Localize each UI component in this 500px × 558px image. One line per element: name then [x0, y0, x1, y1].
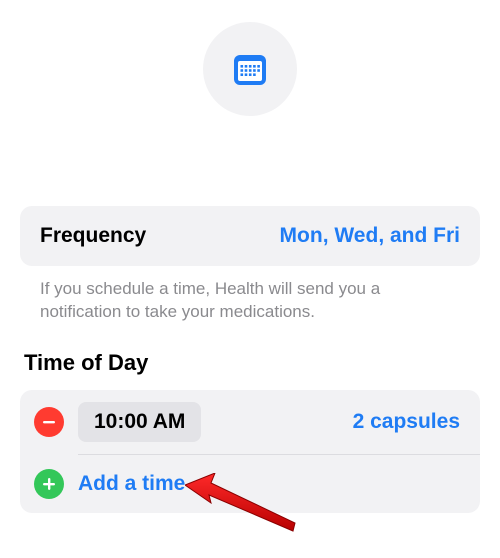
add-time-button[interactable] [34, 469, 64, 499]
helper-text: If you schedule a time, Health will send… [20, 266, 480, 344]
remove-time-button[interactable] [34, 407, 64, 437]
dose-value[interactable]: 2 capsules [353, 410, 460, 434]
calendar-icon [229, 48, 271, 90]
plus-icon [41, 476, 57, 492]
add-time-label: Add a time [78, 472, 185, 496]
frequency-label: Frequency [40, 224, 146, 248]
time-of-day-list: 10:00 AM 2 capsules Add a time [20, 390, 480, 513]
calendar-icon-circle [203, 22, 297, 116]
time-row: 10:00 AM 2 capsules [20, 390, 480, 454]
time-of-day-heading: Time of Day [20, 344, 480, 390]
frequency-value: Mon, Wed, and Fri [280, 224, 460, 248]
header-icon-area [20, 0, 480, 206]
add-time-row[interactable]: Add a time [20, 455, 480, 513]
minus-icon [41, 414, 57, 430]
time-picker[interactable]: 10:00 AM [78, 402, 201, 442]
frequency-row[interactable]: Frequency Mon, Wed, and Fri [20, 206, 480, 266]
